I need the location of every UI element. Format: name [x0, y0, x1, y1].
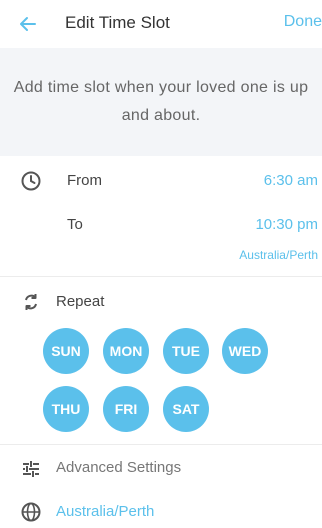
- info-text: Add time slot when your loved one is up …: [13, 79, 309, 124]
- done-button[interactable]: Done: [284, 13, 322, 31]
- day-button-sun[interactable]: SUN: [43, 328, 89, 374]
- advanced-settings-label[interactable]: Advanced Settings: [56, 459, 181, 476]
- divider: [0, 276, 322, 277]
- page-title: Edit Time Slot: [65, 13, 170, 32]
- divider: [0, 444, 322, 445]
- repeat-label: Repeat: [56, 293, 105, 310]
- sliders-icon: [20, 458, 42, 480]
- to-time-value[interactable]: 10:30 pm: [255, 216, 318, 233]
- from-label: From: [67, 172, 102, 189]
- info-banner: Add time slot when your loved one is up …: [0, 48, 322, 156]
- repeat-icon: [20, 291, 42, 313]
- day-button-tue[interactable]: TUE: [163, 328, 209, 374]
- from-time-value[interactable]: 6:30 am: [264, 172, 318, 189]
- day-button-wed[interactable]: WED: [222, 328, 268, 374]
- app-header: Edit Time Slot Done: [0, 0, 322, 48]
- timezone-small[interactable]: Australia/Perth: [239, 248, 318, 262]
- to-label: To: [67, 216, 83, 233]
- timezone-setting-link[interactable]: Australia/Perth: [56, 503, 154, 520]
- clock-icon: [20, 170, 42, 192]
- day-button-sat[interactable]: SAT: [163, 386, 209, 432]
- day-button-fri[interactable]: FRI: [103, 386, 149, 432]
- back-button[interactable]: [16, 12, 40, 36]
- arrow-left-icon: [20, 17, 36, 31]
- day-button-mon[interactable]: MON: [103, 328, 149, 374]
- day-button-thu[interactable]: THU: [43, 386, 89, 432]
